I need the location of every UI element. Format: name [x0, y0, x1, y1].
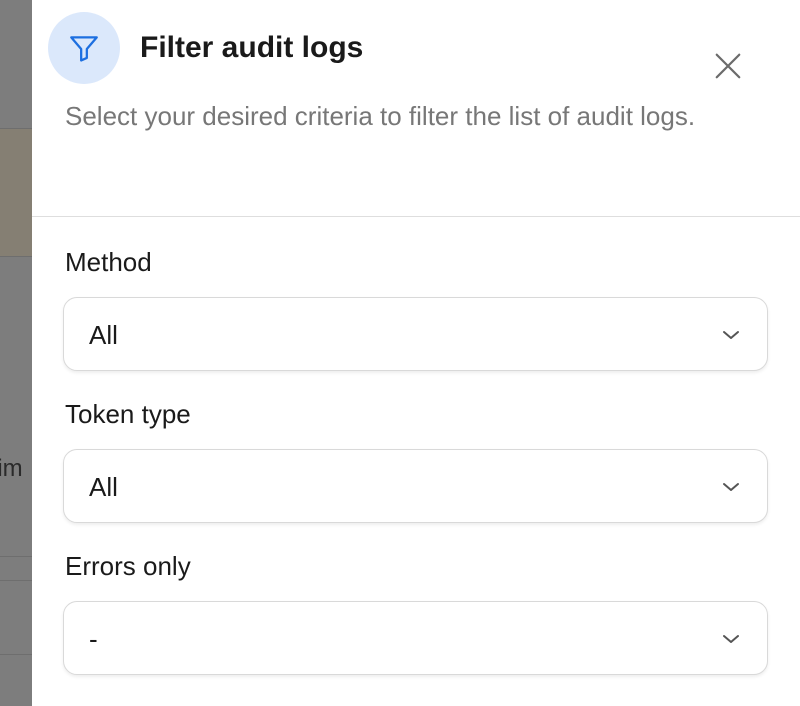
background-text: lim — [0, 455, 23, 482]
chevron-down-icon — [723, 331, 739, 339]
token-type-select[interactable]: All — [63, 449, 768, 523]
chevron-down-icon — [723, 635, 739, 643]
errors-only-select-value: - — [89, 624, 98, 654]
method-select[interactable]: All — [63, 297, 768, 371]
filter-icon — [70, 36, 98, 62]
background-divider — [0, 128, 32, 129]
filter-icon-badge — [48, 12, 120, 84]
dialog-title: Filter audit logs — [140, 31, 364, 64]
filter-panel: Filter audit logs Select your desired cr… — [32, 0, 800, 706]
method-label: Method — [65, 247, 152, 277]
method-select-value: All — [89, 320, 118, 350]
chevron-down-icon — [723, 483, 739, 491]
panel-header: Filter audit logs Select your desired cr… — [32, 0, 800, 216]
errors-only-label: Errors only — [65, 551, 191, 581]
background-divider — [0, 580, 32, 581]
background-divider — [0, 256, 32, 257]
background-row-highlight — [0, 128, 32, 256]
dialog-description: Select your desired criteria to filter t… — [65, 101, 696, 131]
errors-only-select[interactable]: - — [63, 601, 768, 675]
background-divider — [0, 556, 32, 557]
close-icon — [715, 53, 741, 79]
close-button[interactable] — [708, 46, 748, 86]
background-divider — [0, 654, 32, 655]
token-type-select-value: All — [89, 472, 118, 502]
token-type-label: Token type — [65, 399, 191, 429]
header-divider — [32, 216, 800, 217]
